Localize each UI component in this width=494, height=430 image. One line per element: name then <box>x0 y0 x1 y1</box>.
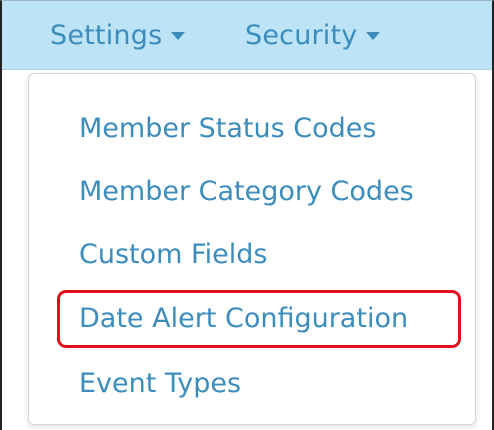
nav-security-label: Security <box>245 19 358 51</box>
caret-down-icon <box>171 32 186 40</box>
nav-security-dropdown[interactable]: Security <box>245 15 381 55</box>
nav-settings-label: Settings <box>50 19 163 51</box>
settings-dropdown-menu: Member Status Codes Member Category Code… <box>28 73 476 425</box>
menu-item-date-alert-configuration[interactable]: Date Alert Configuration <box>79 298 408 338</box>
caret-down-icon <box>366 32 381 40</box>
menu-item-member-status-codes[interactable]: Member Status Codes <box>79 108 376 148</box>
top-navbar: Settings Security <box>2 1 492 70</box>
screenshot-frame: Settings Security Member Status Codes Me… <box>0 0 494 430</box>
menu-item-event-types[interactable]: Event Types <box>79 363 241 403</box>
nav-settings-dropdown[interactable]: Settings <box>50 15 186 55</box>
menu-item-member-category-codes[interactable]: Member Category Codes <box>79 171 414 211</box>
menu-item-custom-fields[interactable]: Custom Fields <box>79 234 267 274</box>
